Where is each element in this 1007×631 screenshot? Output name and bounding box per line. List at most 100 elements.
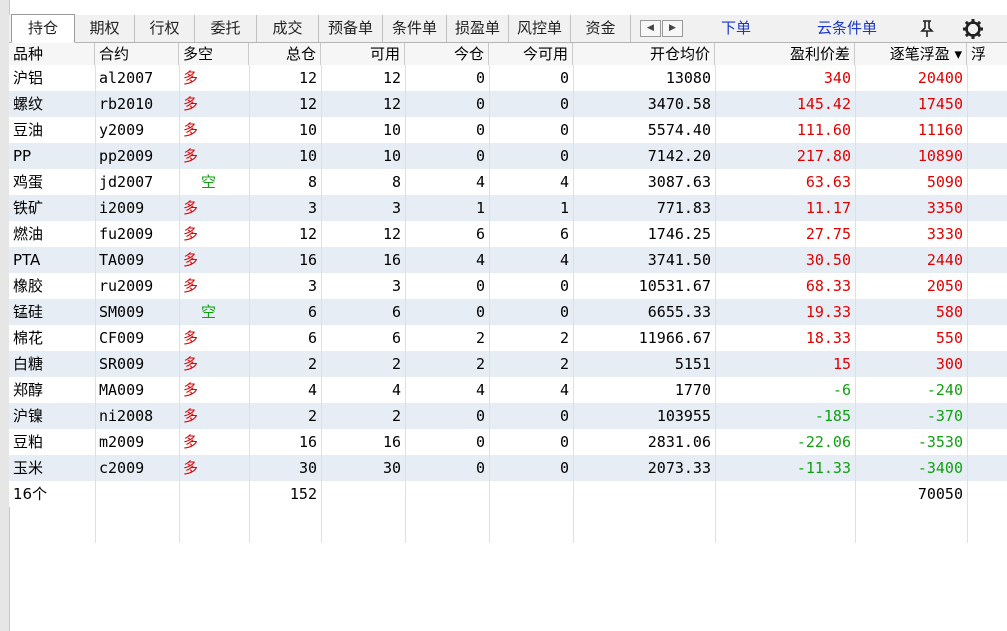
cell-today: 4: [475, 381, 485, 399]
cell-total: 4: [307, 381, 317, 399]
col-profit-spread[interactable]: 盈利价差: [715, 43, 855, 65]
cell-avg-price: 1770: [674, 381, 711, 399]
cell-spread: 340: [823, 69, 851, 87]
cell-contract: jd2007: [99, 173, 154, 191]
column-divider: [179, 65, 180, 543]
cell-today: 4: [475, 173, 485, 191]
cell-contract: fu2009: [99, 225, 154, 243]
cell-dir: 空: [201, 173, 217, 191]
cell-today-avail: 0: [559, 69, 569, 87]
cell-variety: 郑醇: [13, 381, 44, 399]
cell-today: 4: [475, 251, 485, 269]
cell-avg-price: 771.83: [656, 199, 711, 217]
col-float-more[interactable]: 浮: [967, 43, 1007, 65]
table-row[interactable]: PP pp2009 多 10 10 0 0 7142.20 217.80 10890: [9, 143, 1007, 169]
cell-avg-price: 11966.67: [638, 329, 711, 347]
gear-icon[interactable]: [961, 17, 985, 41]
col-today-available[interactable]: 今可用: [489, 43, 573, 65]
cell-dir: 多: [183, 407, 199, 425]
cell-today: 0: [475, 433, 485, 451]
cell-float-pnl: 2440: [926, 251, 963, 269]
tab-orders[interactable]: 委托: [195, 15, 257, 42]
table-row[interactable]: 豆粕 m2009 多 16 16 0 0 2831.06 -22.06 -3530: [9, 429, 1007, 455]
table-row[interactable]: 燃油 fu2009 多 12 12 6 6 1746.25 27.75 3330: [9, 221, 1007, 247]
tab-options[interactable]: 期权: [75, 15, 135, 42]
cell-dir: 多: [183, 459, 199, 477]
cell-total: 12: [298, 95, 317, 113]
cell-spread: 27.75: [805, 225, 851, 243]
tab-trades[interactable]: 成交: [257, 15, 319, 42]
table-row[interactable]: 沪铝 al2007 多 12 12 0 0 13080 340 20400: [9, 65, 1007, 91]
cell-float-pnl: -240: [926, 381, 963, 399]
cell-float-pnl: -370: [926, 407, 963, 425]
pin-icon[interactable]: [915, 17, 939, 41]
cell-today: 0: [475, 121, 485, 139]
cell-variety: 沪铝: [13, 69, 44, 87]
cell-dir: 空: [201, 303, 217, 321]
cell-today: 0: [475, 459, 485, 477]
tab-exercise[interactable]: 行权: [135, 15, 195, 42]
cell-avg-price: 10531.67: [638, 277, 711, 295]
cell-variety: 沪镍: [13, 407, 44, 425]
tab-funds[interactable]: 资金: [571, 15, 631, 42]
cell-today-avail: 0: [559, 433, 569, 451]
scroll-left-button[interactable]: ◀: [640, 20, 661, 37]
tab-conditional-orders[interactable]: 条件单: [383, 15, 447, 42]
cell-dir: 多: [183, 381, 199, 399]
cell-today-avail: 0: [559, 459, 569, 477]
cell-variety: PTA: [13, 251, 41, 269]
cell-dir: 多: [183, 251, 199, 269]
column-divider: [573, 65, 574, 543]
table-row[interactable]: 铁矿 i2009 多 3 3 1 1 771.83 11.17 3350: [9, 195, 1007, 221]
cell-total: 16: [298, 433, 317, 451]
scroll-right-button[interactable]: ▶: [662, 20, 683, 37]
table-row[interactable]: 螺纹 rb2010 多 12 12 0 0 3470.58 145.42 17450: [9, 91, 1007, 117]
cell-contract: SR009: [99, 355, 145, 373]
tab-risk-orders[interactable]: 风控单: [509, 15, 571, 42]
cell-float-pnl: 17450: [917, 95, 963, 113]
cell-float-pnl: -3530: [917, 433, 963, 451]
cell-spread: 111.60: [796, 121, 851, 139]
table-row[interactable]: 鸡蛋 jd2007 空 8 8 4 4 3087.63 63.63 5090: [9, 169, 1007, 195]
table-row[interactable]: PTA TA009 多 16 16 4 4 3741.50 30.50 2440: [9, 247, 1007, 273]
cell-avg-price: 6655.33: [647, 303, 711, 321]
cell-spread: -185: [814, 407, 851, 425]
place-order-link[interactable]: 下单: [721, 15, 751, 42]
table-row[interactable]: 锰硅 SM009 空 6 6 0 0 6655.33 19.33 580: [9, 299, 1007, 325]
table-row[interactable]: 豆油 y2009 多 10 10 0 0 5574.40 111.60 11160: [9, 117, 1007, 143]
cell-today: 0: [475, 277, 485, 295]
cloud-conditional-order-link[interactable]: 云条件单: [817, 15, 877, 42]
cell-spread: 19.33: [805, 303, 851, 321]
col-float-pnl[interactable]: 逐笔浮盈 ▾: [855, 43, 967, 65]
table-row[interactable]: 沪镍 ni2008 多 2 2 0 0 103955 -185 -370: [9, 403, 1007, 429]
col-total[interactable]: 总仓: [249, 43, 321, 65]
cell-avail: 2: [391, 355, 401, 373]
cell-spread: -22.06: [796, 433, 851, 451]
cell-today-avail: 2: [559, 355, 569, 373]
cell-dir: 多: [183, 69, 199, 87]
col-avg-open-price[interactable]: 开仓均价: [573, 43, 715, 65]
col-direction[interactable]: 多空: [179, 43, 249, 65]
column-divider: [967, 65, 968, 543]
table-row[interactable]: 玉米 c2009 多 30 30 0 0 2073.33 -11.33 -3400: [9, 455, 1007, 481]
cell-avail: 10: [382, 121, 401, 139]
tab-stop-orders[interactable]: 损盈单: [447, 15, 509, 42]
cell-avail: 4: [391, 381, 401, 399]
cell-variety: 螺纹: [13, 95, 44, 113]
cell-total: 16: [298, 251, 317, 269]
tab-positions[interactable]: 持仓: [11, 14, 75, 43]
column-divider: [321, 65, 322, 543]
cell-contract: pp2009: [99, 147, 154, 165]
col-available[interactable]: 可用: [321, 43, 405, 65]
cell-total: 2: [307, 355, 317, 373]
table-row[interactable]: 棉花 CF009 多 6 6 2 2 11966.67 18.33 550: [9, 325, 1007, 351]
col-variety[interactable]: 品种: [9, 43, 95, 65]
table-row[interactable]: 白糖 SR009 多 2 2 2 2 5151 15 300: [9, 351, 1007, 377]
table-row[interactable]: 郑醇 MA009 多 4 4 4 4 1770 -6 -240: [9, 377, 1007, 403]
table-row[interactable]: 橡胶 ru2009 多 3 3 0 0 10531.67 68.33 2050: [9, 273, 1007, 299]
cell-avg-price: 2831.06: [647, 433, 711, 451]
cell-total: 6: [307, 329, 317, 347]
col-today[interactable]: 今仓: [405, 43, 489, 65]
tab-prepared-orders[interactable]: 预备单: [319, 15, 383, 42]
col-contract[interactable]: 合约: [95, 43, 179, 65]
